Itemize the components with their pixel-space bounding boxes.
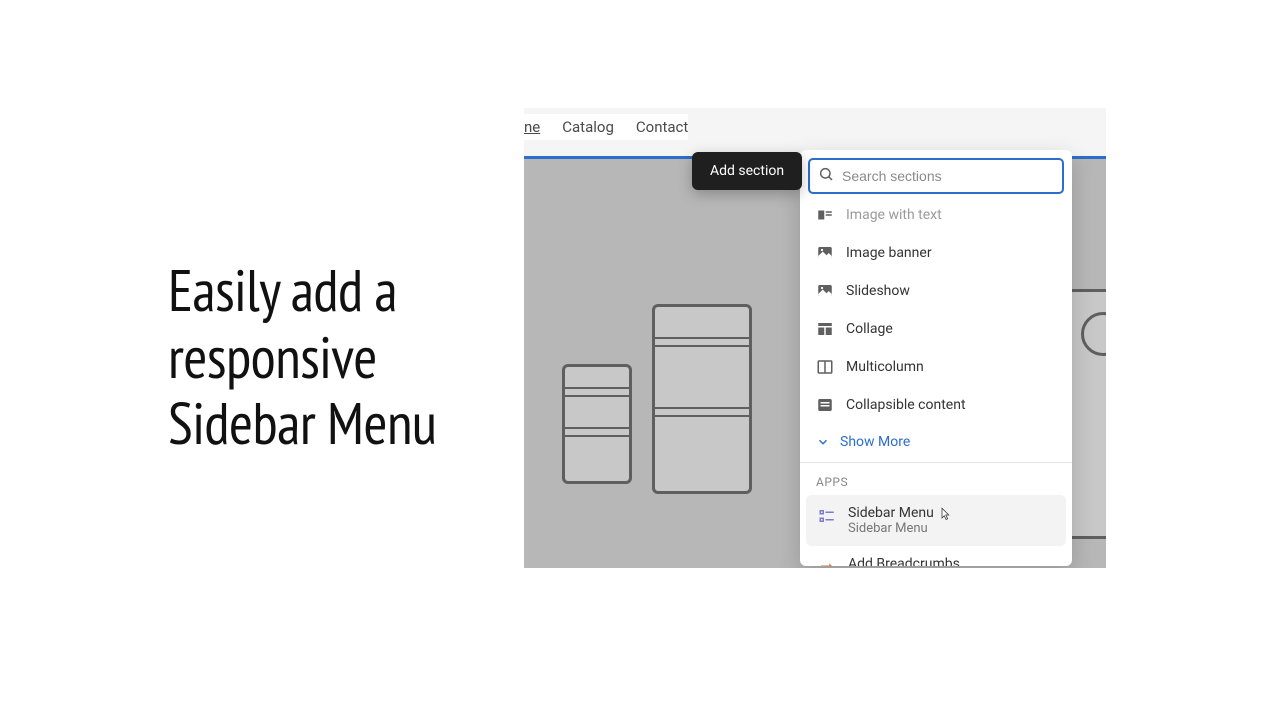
section-option-image-banner[interactable]: Image banner — [800, 234, 1072, 272]
collapsible-icon — [816, 396, 834, 414]
image-icon — [816, 244, 834, 262]
search-icon — [818, 166, 834, 186]
multicolumn-icon — [816, 358, 834, 376]
app-option-sidebar-menu[interactable]: Sidebar Menu Sidebar Menu — [806, 495, 1066, 546]
add-section-tooltip: Add section — [692, 152, 802, 190]
app-option-title: Add Breadcrumbs — [848, 556, 960, 566]
show-more-button[interactable]: Show More — [800, 424, 1072, 460]
section-option-label: Image banner — [846, 245, 932, 261]
section-option-collapsible-content[interactable]: Collapsible content — [800, 386, 1072, 424]
show-more-label: Show More — [840, 434, 910, 450]
collage-icon — [816, 320, 834, 338]
slideshow-icon — [816, 282, 834, 300]
apps-section-header: APPS — [800, 465, 1072, 495]
chevron-down-icon — [816, 435, 830, 449]
marketing-headline: Easily add aresponsiveSidebar Menu — [168, 258, 437, 458]
section-picker-panel: Image with text Image banner Slideshow C… — [800, 150, 1072, 566]
divider — [800, 462, 1072, 463]
nav-contact-link[interactable]: Contact — [636, 118, 688, 136]
app-option-title: Sidebar Menu — [848, 505, 934, 521]
placeholder-art — [552, 269, 802, 509]
app-option-subtitle: Sidebar Menu — [848, 521, 934, 536]
image-text-icon — [816, 206, 834, 224]
section-option-label: Image with text — [846, 207, 942, 223]
storefront-nav: ne Catalog Contact — [524, 114, 688, 140]
editor-screenshot: ne Catalog Contact Add section — [524, 108, 1106, 568]
search-sections-box[interactable] — [808, 158, 1064, 194]
sidebar-menu-icon — [818, 507, 836, 525]
nav-catalog-link[interactable]: Catalog — [562, 118, 614, 136]
section-option-label: Collapsible content — [846, 397, 966, 413]
section-option-image-with-text[interactable]: Image with text — [800, 202, 1072, 234]
section-option-slideshow[interactable]: Slideshow — [800, 272, 1072, 310]
section-option-label: Multicolumn — [846, 359, 924, 375]
section-option-multicolumn[interactable]: Multicolumn — [800, 348, 1072, 386]
nav-home-link[interactable]: ne — [524, 118, 540, 136]
section-option-collage[interactable]: Collage — [800, 310, 1072, 348]
section-option-label: Collage — [846, 321, 893, 337]
search-sections-input[interactable] — [842, 168, 1054, 184]
breadcrumbs-icon — [818, 558, 836, 566]
section-option-label: Slideshow — [846, 283, 910, 299]
app-option-add-breadcrumbs[interactable]: Add Breadcrumbs — [806, 546, 1066, 566]
